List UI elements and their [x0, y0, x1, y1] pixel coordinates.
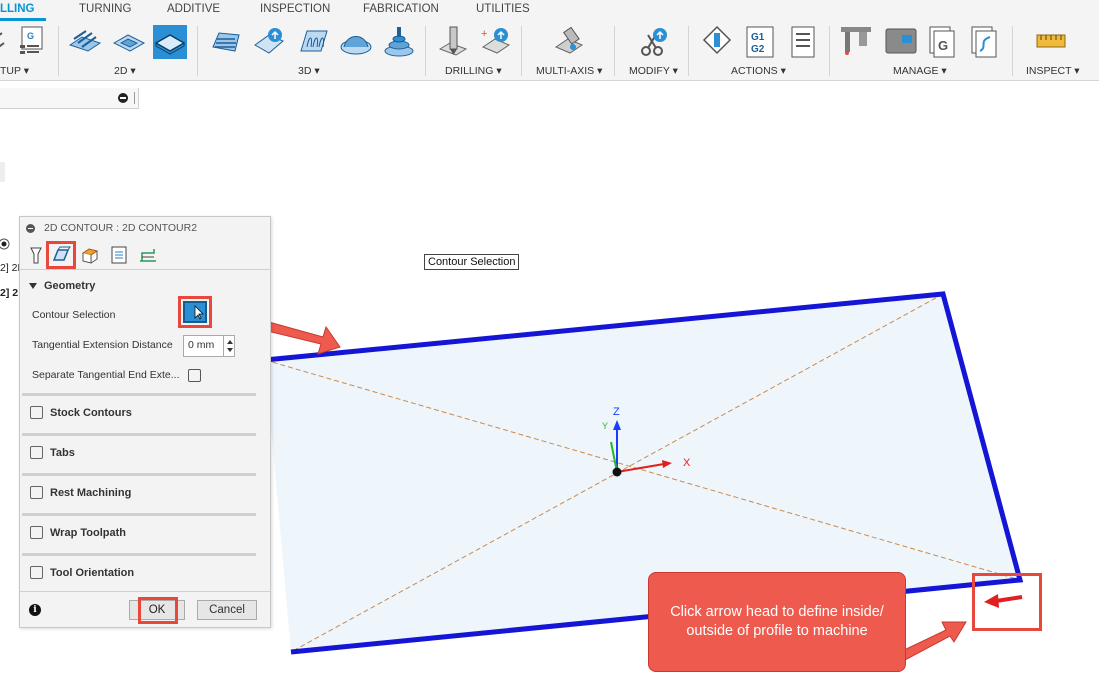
section-tool-orientation[interactable]: Tool Orientation	[20, 553, 256, 591]
collapse-dialog-icon[interactable]	[26, 224, 35, 233]
x-axis-label: X	[683, 457, 691, 469]
section-divider	[22, 553, 256, 556]
origin-point	[612, 467, 622, 477]
section-divider	[22, 513, 256, 516]
2d-contour-dialog: 2D CONTOUR : 2D CONTOUR2 Geometry Contou…	[19, 216, 271, 628]
tangential-extension-spinner[interactable]	[223, 335, 236, 357]
section-divider	[22, 393, 256, 396]
separate-tangential-label: Separate Tangential End Exte...	[32, 369, 180, 381]
wrap-toolpath-label: Wrap Toolpath	[50, 527, 126, 539]
dialog-title: 2D CONTOUR : 2D CONTOUR2	[44, 222, 198, 234]
linking-tab-icon[interactable]	[138, 245, 158, 265]
passes-tab-icon[interactable]	[109, 245, 129, 265]
tangential-extension-label: Tangential Extension Distance	[32, 339, 173, 351]
wrap-toolpath-checkbox[interactable]	[30, 526, 43, 539]
rest-machining-label: Rest Machining	[50, 487, 132, 499]
section-rest-machining[interactable]: Rest Machining	[20, 473, 256, 511]
geometry-section-header[interactable]: Geometry	[44, 280, 95, 292]
contour-selection-label: Contour Selection	[32, 309, 116, 321]
z-axis-label: Z	[613, 406, 620, 418]
ok-button-highlight	[138, 597, 178, 624]
footer-divider	[20, 591, 270, 592]
spin-down-icon[interactable]	[227, 348, 233, 352]
annotation-arrow-to-arrowhead	[899, 621, 967, 661]
rest-machining-checkbox[interactable]	[30, 486, 43, 499]
instruction-callout: Click arrow head to define inside/ outsi…	[648, 572, 906, 672]
tool-orientation-label: Tool Orientation	[50, 567, 135, 579]
dialog-tabs	[20, 241, 270, 270]
section-stock-contours[interactable]: Stock Contours	[20, 393, 256, 431]
tool-tab-icon[interactable]	[26, 245, 46, 265]
tabs-checkbox[interactable]	[30, 446, 43, 459]
section-divider	[22, 433, 256, 436]
contour-selection-highlight	[178, 296, 212, 328]
geometry-tab-highlight	[46, 241, 76, 269]
heights-tab-icon[interactable]	[80, 245, 100, 265]
section-tabs[interactable]: Tabs	[20, 433, 256, 471]
info-icon[interactable]: i	[29, 604, 41, 616]
section-wrap-toolpath[interactable]: Wrap Toolpath	[20, 513, 256, 551]
separate-tangential-checkbox[interactable]	[188, 369, 201, 382]
cancel-button[interactable]: Cancel	[197, 600, 257, 620]
stock-contours-label: Stock Contours	[50, 407, 132, 419]
y-axis-label: Y	[602, 421, 609, 431]
arrowhead-highlight-box	[972, 573, 1042, 631]
contour-selection-tooltip: Contour Selection	[424, 254, 520, 270]
dialog-title-bar[interactable]: 2D CONTOUR : 2D CONTOUR2	[20, 217, 270, 239]
stock-contours-checkbox[interactable]	[30, 406, 43, 419]
section-divider	[22, 473, 256, 476]
tabs-label: Tabs	[50, 447, 75, 459]
expand-arrow-icon[interactable]	[29, 282, 37, 290]
tool-orientation-checkbox[interactable]	[30, 566, 43, 579]
spin-up-icon[interactable]	[227, 340, 233, 344]
